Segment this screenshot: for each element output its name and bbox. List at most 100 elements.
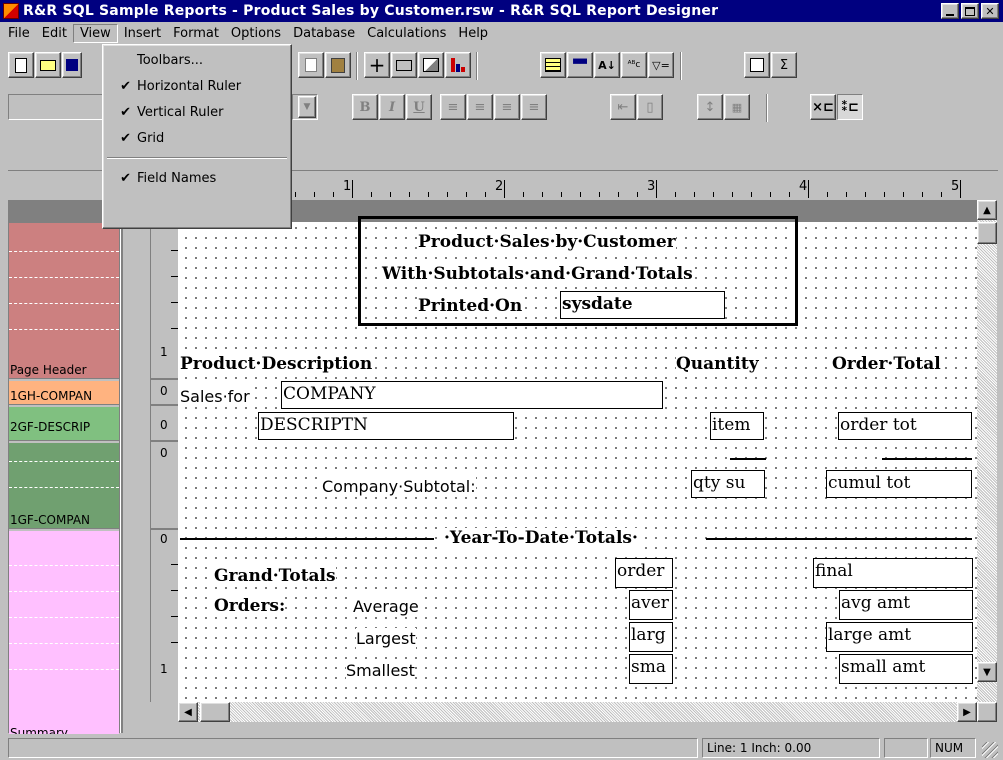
align-right-icon[interactable]: ≡ [494, 94, 520, 120]
scroll-corner [977, 702, 997, 722]
small-amt-field[interactable]: small amt [839, 654, 973, 684]
cumul-tot-field[interactable]: cumul tot [826, 470, 972, 498]
window-title: R&R SQL Sample Reports - Product Sales b… [23, 3, 719, 19]
avg-amt-field[interactable]: avg amt [839, 590, 973, 620]
chart-tool-icon[interactable] [445, 52, 471, 78]
chevron-down-icon[interactable]: ▼ [298, 96, 316, 118]
underline-button[interactable]: U [406, 94, 432, 120]
sma-field[interactable]: sma [629, 654, 673, 684]
size-combo[interactable]: ▼ [292, 94, 318, 120]
grand-totals-label: Grand·Totals [214, 566, 336, 587]
company-field[interactable]: COMPANY [281, 381, 663, 409]
open-folder-icon[interactable] [35, 52, 61, 78]
order-tot-field[interactable]: order tot [838, 412, 972, 440]
table-icon[interactable] [540, 52, 566, 78]
new-file-icon[interactable] [8, 52, 34, 78]
menu-help[interactable]: Help [452, 25, 494, 42]
picture-tool-icon[interactable] [418, 52, 444, 78]
fields-icon[interactable]: ▀▀ [567, 52, 593, 78]
font-combo[interactable] [8, 94, 103, 120]
ruler-tick [504, 180, 505, 198]
justify-icon[interactable]: ≡ [521, 94, 547, 120]
ruler-tick [675, 192, 676, 197]
ruler-tick [352, 180, 353, 198]
bold-button[interactable]: B [352, 94, 378, 120]
ytd-rule-right[interactable] [706, 538, 972, 540]
menuitem-horizontal-ruler[interactable]: ✔ Horizontal Ruler [105, 73, 289, 99]
ruler-tick [732, 192, 733, 197]
section-group-header-company[interactable]: 1GH-COMPAN [9, 381, 119, 405]
subtotal-rule[interactable] [730, 458, 766, 460]
box-tool-icon[interactable] [391, 52, 417, 78]
larg-field[interactable]: larg [629, 622, 673, 652]
delete-line-icon[interactable]: ×⊏ [810, 94, 836, 120]
menuitem-toolbars[interactable]: Toolbars... [105, 47, 289, 73]
delete-icon[interactable]: ▯ [637, 94, 663, 120]
item-field[interactable]: item [710, 412, 764, 440]
paste-icon[interactable] [325, 52, 351, 78]
final-field[interactable]: final [813, 558, 973, 588]
section-page-header[interactable]: Page Header [9, 223, 119, 379]
line-tool-icon[interactable]: + [364, 52, 390, 78]
close-button[interactable]: ✕ [981, 3, 999, 19]
sysdate-field[interactable]: sysdate [560, 291, 725, 319]
check-icon: ✔ [120, 170, 131, 186]
align-center-icon[interactable]: ≡ [467, 94, 493, 120]
scroll-left-icon[interactable]: ◀ [178, 702, 198, 722]
descriptn-field[interactable]: DESCRIPTN [258, 412, 514, 440]
ruler-tick [827, 192, 828, 197]
horizontal-scrollbar[interactable]: ◀ ▶ [178, 702, 977, 722]
menu-view[interactable]: View [72, 23, 118, 43]
smallest-label: Smallest [346, 660, 415, 681]
minimize-button[interactable] [941, 3, 959, 19]
qty-su-field[interactable]: qty su [691, 470, 765, 498]
sort-icon[interactable]: A↓ [594, 52, 620, 78]
grid-snap-icon[interactable]: ▦ [724, 94, 750, 120]
subtotal-rule[interactable] [882, 458, 972, 460]
menu-insert[interactable]: Insert [118, 25, 167, 42]
menu-database[interactable]: Database [287, 25, 361, 42]
menu-calculations[interactable]: Calculations [361, 25, 452, 42]
menu-edit[interactable]: Edit [36, 25, 73, 42]
company-subtotal-label: Company·Subtotal: [322, 476, 476, 497]
menu-options[interactable]: Options [225, 25, 287, 42]
scroll-thumb[interactable] [977, 222, 997, 244]
insert-line-icon[interactable]: ⁑⊏ [837, 94, 863, 120]
menuitem-grid[interactable]: ✔ Grid [105, 125, 289, 151]
scroll-right-icon[interactable]: ▶ [957, 702, 977, 722]
section-summary[interactable]: Summary [9, 531, 119, 734]
report-canvas[interactable]: Product·Sales·by·Customer With·Subtotals… [178, 200, 977, 702]
section-group-footer-descrip[interactable]: 2GF-DESCRIP [9, 407, 119, 441]
large-amt-field[interactable]: large amt [826, 622, 973, 652]
tab-icon[interactable]: ⇤ [610, 94, 636, 120]
section-group-footer-company[interactable]: 1GF-COMPAN [9, 443, 119, 529]
save-icon[interactable] [62, 52, 82, 78]
align-left-icon[interactable]: ≡ [440, 94, 466, 120]
menuitem-vertical-ruler[interactable]: ✔ Vertical Ruler [105, 99, 289, 125]
filter-icon[interactable]: ▽= [648, 52, 674, 78]
sum-icon[interactable]: Σ [771, 52, 797, 78]
ytd-rule-left[interactable] [180, 538, 434, 540]
maximize-button[interactable] [961, 3, 979, 19]
ruler-number: 5 [951, 179, 960, 194]
copy-icon[interactable] [298, 52, 324, 78]
menu-file[interactable]: File [2, 25, 36, 42]
ruler-number: 4 [799, 179, 808, 194]
scroll-thumb[interactable] [200, 702, 230, 722]
scroll-up-icon[interactable]: ▲ [977, 200, 997, 220]
italic-button[interactable]: I [379, 94, 405, 120]
menuitem-field-names[interactable]: ✔ Field Names [105, 165, 289, 191]
scroll-down-icon[interactable]: ▼ [977, 662, 997, 682]
aver-field[interactable]: aver [629, 590, 673, 620]
order-count-field[interactable]: order [615, 558, 673, 588]
calculator-icon[interactable] [744, 52, 770, 78]
ruler-tick [922, 192, 923, 197]
menu-format[interactable]: Format [167, 25, 225, 42]
vertical-scrollbar[interactable]: ▲ ▼ [977, 200, 997, 702]
app-icon[interactable] [3, 3, 19, 19]
calc-field-icon[interactable]: ᴬᴮc [621, 52, 647, 78]
section-label: 1GF-COMPAN [10, 513, 90, 527]
line-spacing-icon[interactable]: ↕ [697, 94, 723, 120]
ruler-tick [808, 180, 809, 198]
resize-grip-icon[interactable] [982, 742, 998, 758]
